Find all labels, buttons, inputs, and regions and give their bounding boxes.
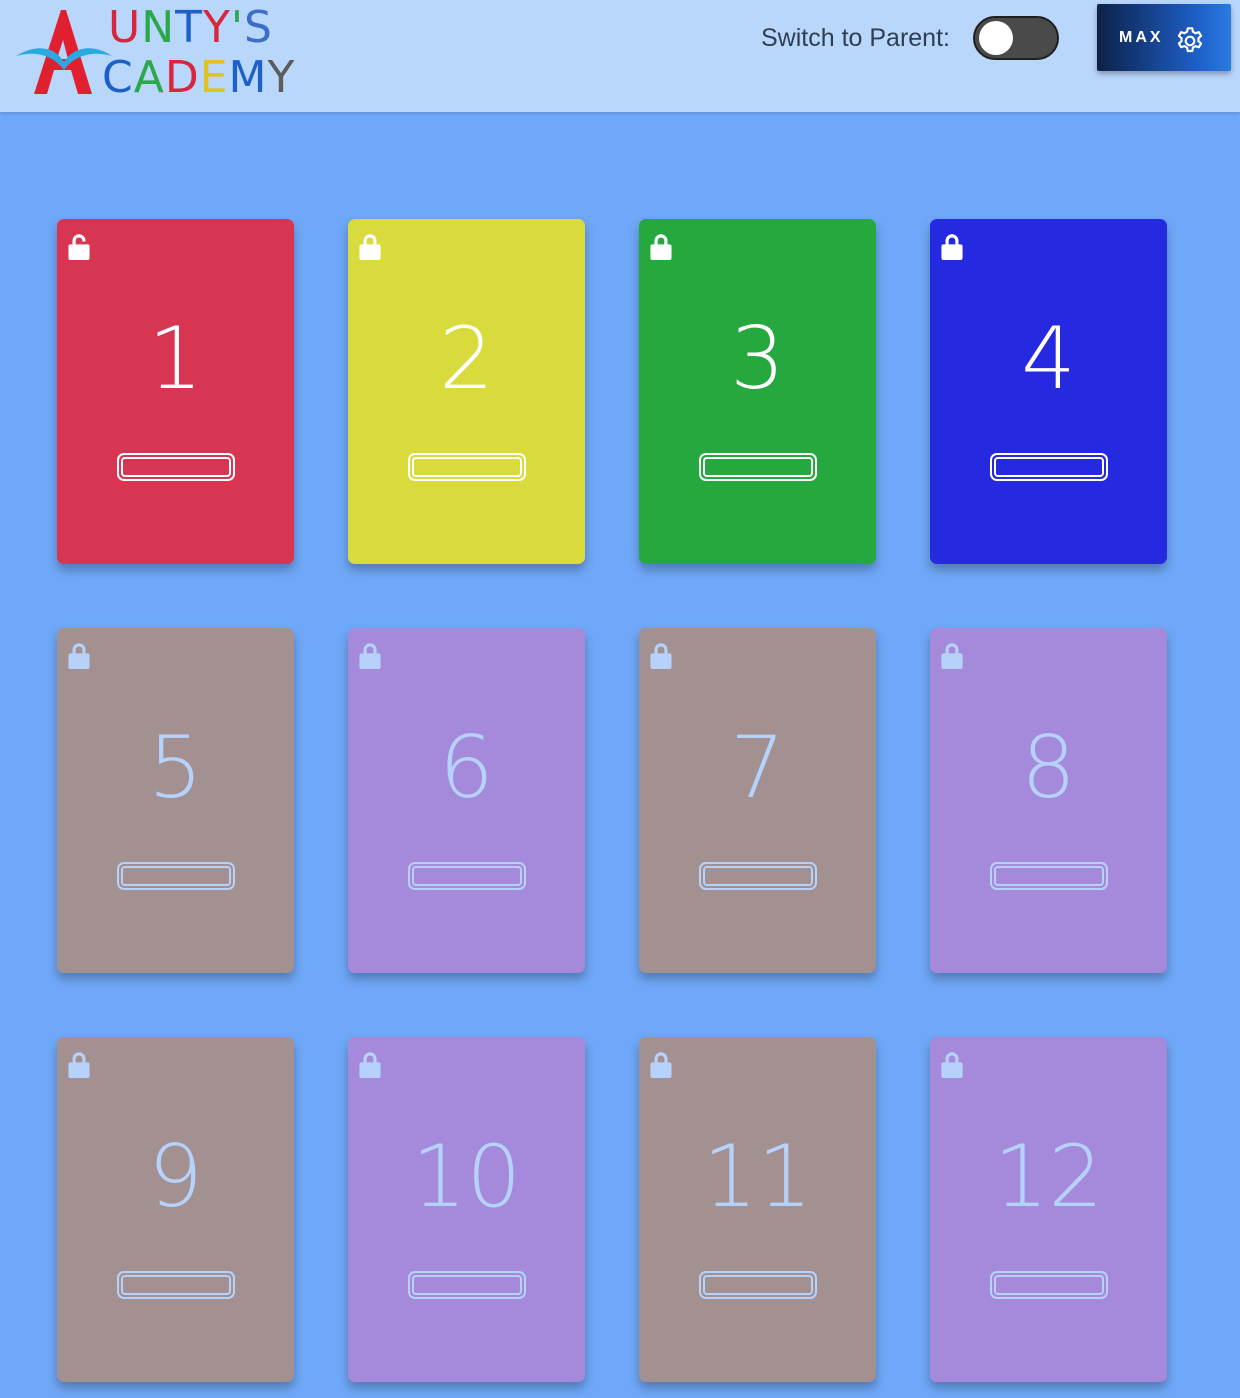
logo-word-top: UNTY'S [108, 2, 273, 53]
level-card-4[interactable]: 4 [930, 219, 1167, 564]
lock-icon [941, 1052, 963, 1078]
level-card-3[interactable]: 3 [639, 219, 876, 564]
level-number: 1 [148, 309, 203, 409]
lock-icon [941, 234, 963, 260]
toggle-knob [979, 21, 1013, 55]
lock-icon [650, 234, 672, 260]
lock-icon [359, 643, 381, 669]
level-number: 10 [411, 1127, 522, 1227]
academy-logo[interactable]: UNTY'S CADEMY [14, 4, 294, 100]
level-progress-bar [699, 1271, 817, 1299]
level-progress-bar [990, 862, 1108, 890]
logo-a-mark-icon [16, 10, 112, 94]
level-card-5[interactable]: 5 [57, 628, 294, 973]
gear-icon [1177, 27, 1203, 53]
level-card-10[interactable]: 10 [348, 1037, 585, 1382]
level-card-8[interactable]: 8 [930, 628, 1167, 973]
user-profile-button[interactable]: MAX [1097, 4, 1231, 71]
level-progress-bar [408, 862, 526, 890]
level-card-6[interactable]: 6 [348, 628, 585, 973]
level-card-1[interactable]: 1 [57, 219, 294, 564]
level-progress-bar [699, 453, 817, 481]
lock-icon [68, 1052, 90, 1078]
level-progress-bar [117, 1271, 235, 1299]
level-card-2[interactable]: 2 [348, 219, 585, 564]
lock-icon [650, 643, 672, 669]
logo-word-bottom: CADEMY [102, 52, 296, 103]
level-card-7[interactable]: 7 [639, 628, 876, 973]
level-number: 9 [148, 1127, 203, 1227]
level-card-9[interactable]: 9 [57, 1037, 294, 1382]
level-progress-bar [408, 1271, 526, 1299]
lock-icon [650, 1052, 672, 1078]
level-number: 8 [1021, 718, 1076, 818]
level-number: 3 [730, 309, 785, 409]
level-card-12[interactable]: 12 [930, 1037, 1167, 1382]
level-number: 12 [993, 1127, 1104, 1227]
switch-to-parent-label: Switch to Parent: [761, 24, 950, 52]
level-progress-bar [117, 453, 235, 481]
user-name: MAX [1119, 29, 1164, 46]
level-number: 11 [702, 1127, 813, 1227]
level-number: 2 [439, 309, 494, 409]
top-bar: UNTY'S CADEMY Switch to Parent: MAX [0, 0, 1240, 112]
level-card-11[interactable]: 11 [639, 1037, 876, 1382]
level-number: 5 [148, 718, 203, 818]
level-number: 4 [1021, 309, 1076, 409]
level-number: 6 [439, 718, 494, 818]
level-progress-bar [990, 453, 1108, 481]
level-progress-bar [408, 453, 526, 481]
level-progress-bar [699, 862, 817, 890]
lock-icon [941, 643, 963, 669]
level-progress-bar [990, 1271, 1108, 1299]
level-number: 7 [730, 718, 785, 818]
level-progress-bar [117, 862, 235, 890]
lock-icon [359, 1052, 381, 1078]
lock-icon [68, 643, 90, 669]
lock-icon [359, 234, 381, 260]
unlocked-icon [68, 234, 90, 260]
switch-to-parent-toggle[interactable] [973, 16, 1059, 60]
